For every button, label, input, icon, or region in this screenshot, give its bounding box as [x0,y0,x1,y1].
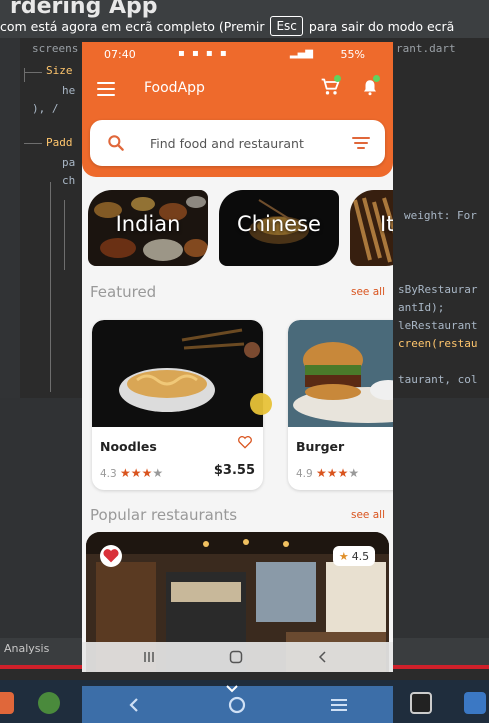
home-icon[interactable] [228,696,246,714]
star-icon: ★ [338,549,349,563]
taskbar-app-icon[interactable] [0,692,14,714]
back-icon[interactable] [128,698,140,712]
menu-icon[interactable] [97,82,115,96]
category-label: It [380,212,393,236]
featured-title: Featured [90,283,157,301]
status-time: 07:40 [104,48,136,61]
restaurant-rating: 4.5 [351,549,370,563]
chevron-down-icon[interactable] [226,685,238,693]
back-icon[interactable] [316,650,330,664]
popular-see-all-link[interactable]: see all [351,509,385,521]
ide-tab-screens[interactable]: screens [32,42,78,60]
bell-badge [373,75,380,82]
code-line: sByRestaurar [398,283,478,296]
heart-icon [103,549,119,563]
code-line: he [62,84,76,97]
home-icon[interactable] [229,650,243,664]
code-line: ch [62,174,76,187]
restaurant-rating-badge: ★ 4.5 [333,546,375,566]
media-player-icon[interactable] [410,692,432,714]
phone-screen: 07:40 ▪ ▪ ▪ ▪ ▂▄▆ 55% FoodApp Find food … [82,42,393,672]
category-card-chinese[interactable]: Chinese [219,190,339,266]
code-line: antId); [398,301,445,314]
search-input[interactable] [150,130,340,156]
taskbar-app-icon[interactable] [464,692,486,714]
featured-card-noodles[interactable]: Noodles 4.3 ★★★★ $3.55 [92,320,263,490]
rating-value: 4.9 [296,468,313,480]
star-icon: ★ [152,466,164,480]
esc-key: Esc [270,16,303,36]
touch-indicator [250,393,272,415]
tree-guide [64,200,65,270]
code-token: creen(restau [398,337,478,350]
code-line: leRestaurant [398,319,478,332]
star-icon: ★★★ [120,466,153,480]
favorite-button[interactable] [100,545,122,567]
app-title: FoodApp [144,80,205,96]
ide-tab-restaurant[interactable]: rant.dart [396,42,456,60]
tree-guide [24,68,25,82]
code-line: pa [62,156,76,169]
notification-icons: ▪ ▪ ▪ ▪ [178,48,229,59]
code-line: ), / [32,102,59,115]
search-bar[interactable] [90,120,385,166]
battery-level: 55% [340,48,365,61]
menu-icon[interactable] [330,698,348,712]
code-line: Size [46,64,73,77]
signal-icon: ▂▄▆ [289,48,313,59]
status-bar: 07:40 ▪ ▪ ▪ ▪ ▂▄▆ 55% [82,46,393,64]
code-token: Padd [46,136,73,149]
analysis-tab[interactable]: Analysis [4,642,49,655]
filter-icon[interactable] [352,137,370,151]
burger-image [288,320,393,427]
code-line: taurant, col [398,373,478,386]
tree-guide [24,143,42,144]
item-name: Burger [296,439,345,454]
fullscreen-notice: com está agora em ecrã completo (Premir … [0,12,454,40]
code-line: Padd [46,136,73,149]
popular-title: Popular restaurants [90,506,238,524]
code-line: weight: For [404,209,477,222]
code-line: creen(restau [398,337,477,350]
cart-badge [334,75,341,82]
android-studio-icon[interactable] [38,692,60,714]
fullscreen-notice-text-end: para sair do modo ecrã [308,18,455,34]
featured-card-burger[interactable]: Burger 4.9 ★★★★ [288,320,393,490]
heart-icon[interactable] [237,435,253,449]
android-nav-bar [82,642,393,672]
code-token: Size [46,64,73,77]
category-card-italian[interactable]: It [350,190,393,266]
category-label: Chinese [237,212,321,236]
tree-guide [24,72,42,73]
category-card-indian[interactable]: Indian [88,190,208,266]
featured-see-all-link[interactable]: see all [351,286,385,298]
rating-value: 4.3 [100,468,117,480]
star-icon: ★ [348,466,360,480]
fullscreen-notice-text: com está agora em ecrã completo (Premir [0,18,265,34]
item-name: Noodles [100,439,157,454]
search-icon[interactable] [106,133,126,153]
star-icon: ★★★ [316,466,349,480]
noodles-image [92,320,263,427]
item-rating: 4.3 ★★★★ [100,466,163,480]
recents-icon[interactable] [142,650,156,664]
category-label: Indian [115,212,181,236]
tree-guide [50,182,51,392]
item-rating: 4.9 ★★★★ [296,466,359,480]
app-header: 07:40 ▪ ▪ ▪ ▪ ▂▄▆ 55% FoodApp [82,42,393,177]
ide-gutter [0,38,20,398]
item-price: $3.55 [213,463,255,478]
